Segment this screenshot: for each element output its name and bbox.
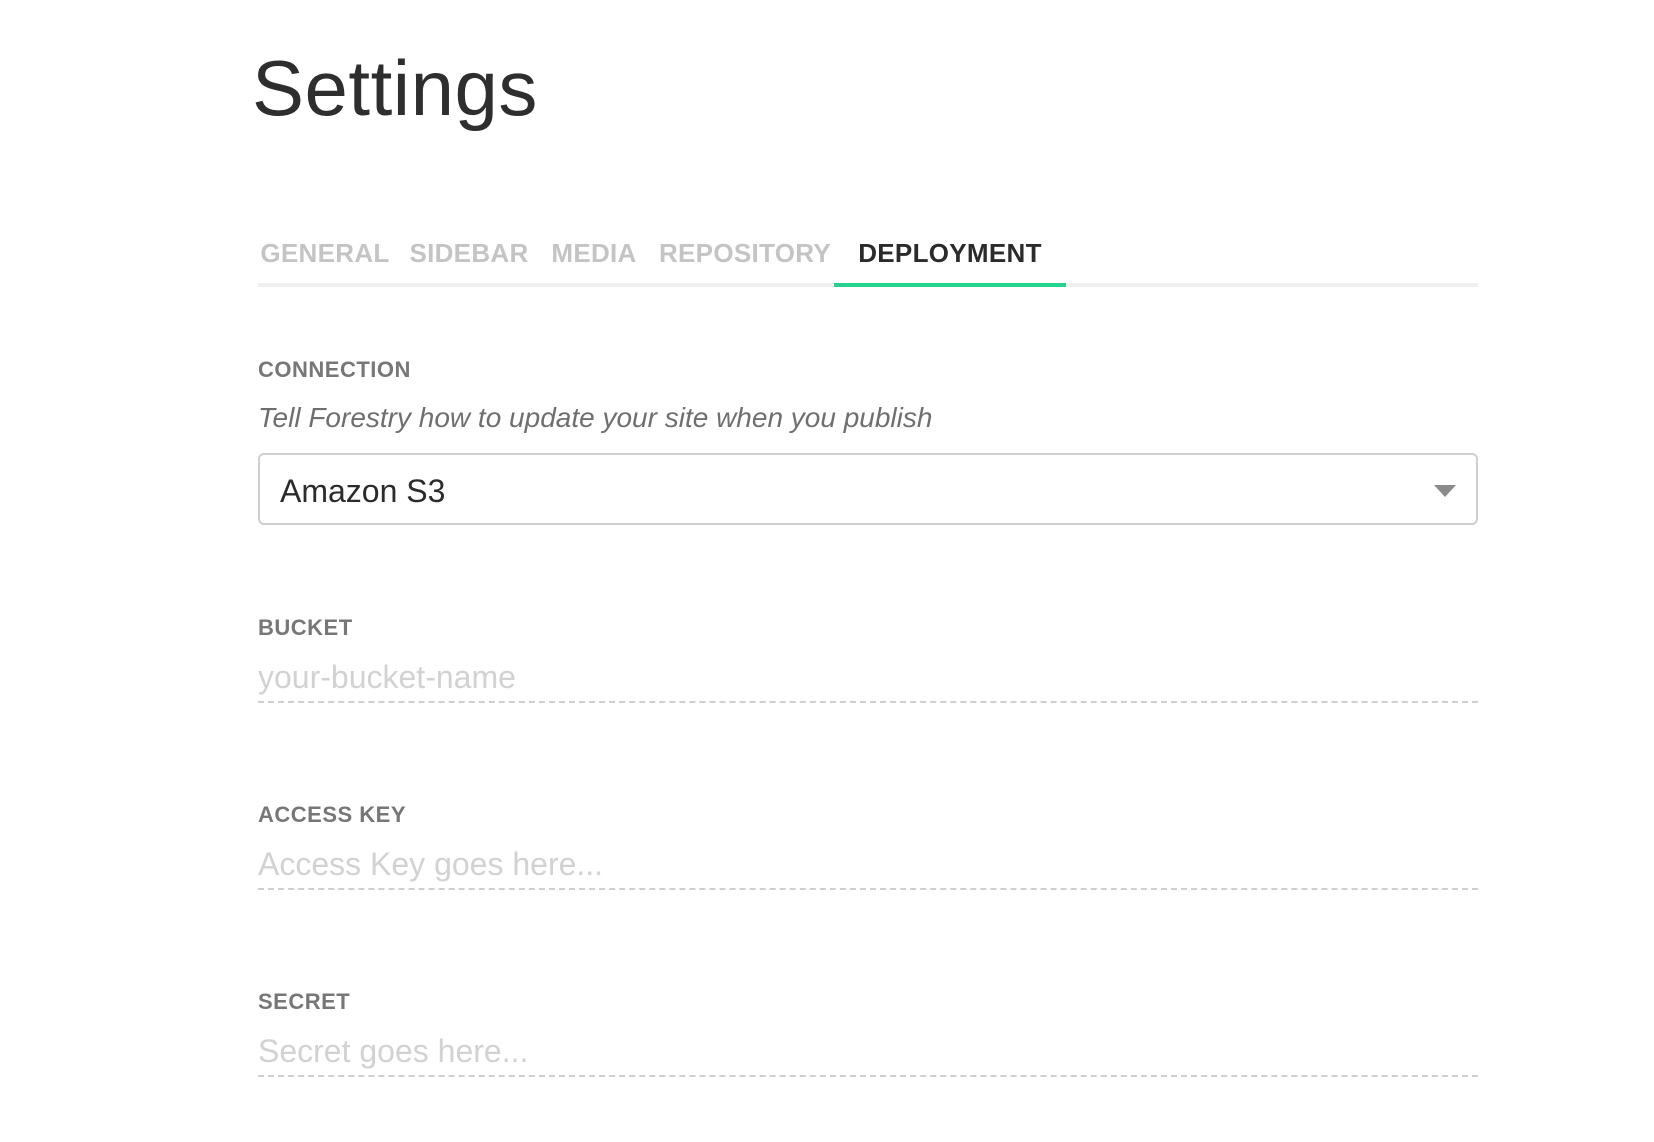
settings-page: Settings GENERAL SIDEBAR MEDIA REPOSITOR…	[0, 0, 1654, 1142]
connection-section: CONNECTION Tell Forestry how to update y…	[258, 357, 1478, 525]
access-key-input[interactable]	[258, 846, 1478, 890]
access-key-section: ACCESS KEY	[258, 802, 1478, 890]
tab-deployment[interactable]: DEPLOYMENT	[834, 226, 1066, 287]
bucket-input[interactable]	[258, 659, 1478, 703]
connection-description: Tell Forestry how to update your site wh…	[258, 402, 933, 433]
tab-repository[interactable]: REPOSITORY	[650, 226, 840, 283]
bucket-label: BUCKET	[258, 615, 353, 640]
secret-section: SECRET	[258, 989, 1478, 1077]
settings-tabs: GENERAL SIDEBAR MEDIA REPOSITORY DEPLOYM…	[258, 226, 1478, 287]
tab-general[interactable]: GENERAL	[250, 226, 400, 283]
tab-sidebar[interactable]: SIDEBAR	[398, 226, 540, 283]
connection-label: CONNECTION	[258, 357, 411, 382]
secret-input[interactable]	[258, 1033, 1478, 1077]
secret-label: SECRET	[258, 989, 351, 1014]
tab-media[interactable]: MEDIA	[534, 226, 654, 283]
bucket-section: BUCKET	[258, 615, 1478, 703]
connection-select[interactable]: Amazon S3	[258, 453, 1478, 525]
connection-selected-value: Amazon S3	[280, 473, 446, 509]
page-title: Settings	[252, 44, 538, 132]
access-key-label: ACCESS KEY	[258, 802, 407, 827]
chevron-down-icon	[1434, 485, 1456, 497]
